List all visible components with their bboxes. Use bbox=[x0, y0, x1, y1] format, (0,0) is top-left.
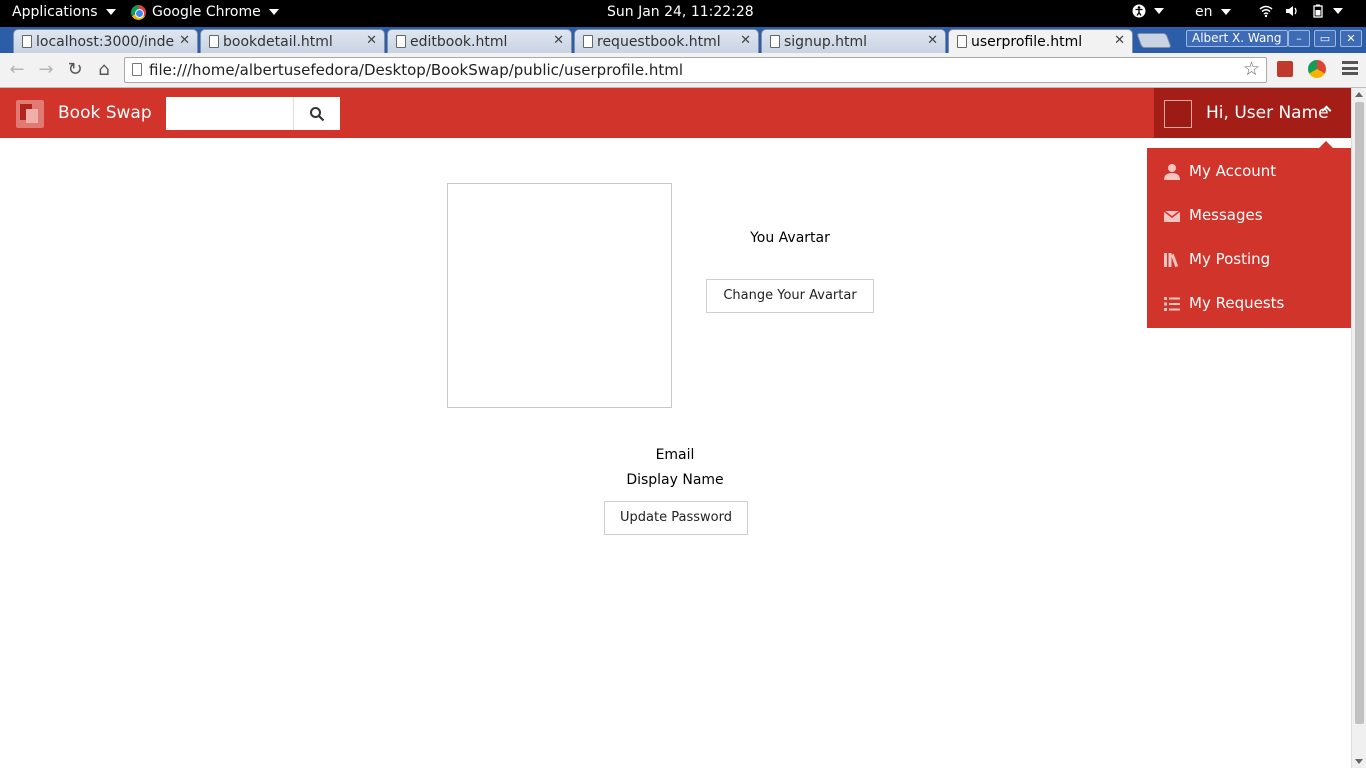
url-text: file:///home/albertusefedora/Desktop/Boo… bbox=[149, 61, 683, 79]
search-button[interactable] bbox=[293, 97, 340, 130]
menu-item-my-posting[interactable]: My Posting bbox=[1147, 238, 1351, 282]
browser-tab[interactable]: localhost:3000/inde ✕ bbox=[13, 29, 198, 53]
close-icon[interactable]: ✕ bbox=[740, 33, 751, 48]
menu-item-label: My Account bbox=[1189, 162, 1277, 180]
reload-icon[interactable]: ↻ bbox=[64, 59, 86, 81]
document-icon bbox=[396, 35, 406, 48]
wifi-icon bbox=[1259, 5, 1273, 18]
os-top-bar: Applications Google Chrome Sun Jan 24, 1… bbox=[0, 0, 1366, 27]
chevron-down-icon bbox=[1333, 8, 1343, 14]
bookmark-star-icon[interactable]: ☆ bbox=[1243, 58, 1260, 80]
app-navbar: Book Swap Hi, User Name bbox=[0, 88, 1351, 138]
tab-label: localhost:3000/inde bbox=[36, 33, 175, 50]
volume-icon bbox=[1286, 6, 1297, 16]
applications-menu[interactable]: Applications bbox=[12, 4, 116, 20]
display-name-label: Display Name bbox=[626, 472, 724, 488]
accessibility-menu[interactable] bbox=[1132, 4, 1164, 18]
chevron-down-icon bbox=[1220, 9, 1231, 15]
chevron-down-icon bbox=[268, 9, 279, 15]
menu-item-label: My Requests bbox=[1189, 294, 1285, 312]
user-menu-toggle[interactable]: Hi, User Name bbox=[1154, 88, 1351, 138]
avatar-label: You Avartar bbox=[750, 230, 830, 246]
back-arrow-icon[interactable]: ← bbox=[6, 59, 28, 81]
home-icon[interactable]: ⌂ bbox=[93, 59, 115, 81]
app-menu[interactable]: Google Chrome bbox=[131, 4, 279, 20]
accessibility-icon bbox=[1132, 4, 1146, 18]
user-dropdown-menu: My Account Messages My Posting My Reques… bbox=[1147, 141, 1351, 328]
minimize-button[interactable]: – bbox=[1288, 30, 1310, 47]
search-input[interactable] bbox=[166, 97, 293, 130]
language-menu[interactable]: en bbox=[1195, 4, 1231, 20]
user-greeting: Hi, User Name bbox=[1206, 103, 1329, 123]
page-viewport: Book Swap Hi, User Name My Account Messa… bbox=[0, 88, 1351, 768]
new-tab-button[interactable] bbox=[1136, 33, 1172, 48]
extension-chrome-icon[interactable] bbox=[1308, 60, 1326, 78]
change-avatar-button[interactable]: Change Your Avartar bbox=[706, 279, 874, 313]
scrollbar-thumb[interactable] bbox=[1355, 102, 1364, 724]
chevron-down-icon bbox=[105, 9, 116, 15]
tab-label: userprofile.html bbox=[971, 33, 1083, 50]
clock[interactable]: Sun Jan 24, 11:22:28 bbox=[607, 4, 754, 20]
applications-label: Applications bbox=[12, 4, 98, 20]
address-bar[interactable]: file:///home/albertusefedora/Desktop/Boo… bbox=[124, 57, 1267, 83]
person-icon bbox=[1164, 164, 1180, 180]
system-menu[interactable] bbox=[1259, 4, 1343, 18]
menu-item-label: Messages bbox=[1189, 206, 1263, 224]
tab-label: requestbook.html bbox=[597, 33, 721, 50]
chevron-down-icon bbox=[1154, 8, 1164, 14]
browser-toolbar: ← → ↻ ⌂ file:///home/albertusefedora/Des… bbox=[0, 53, 1366, 88]
browser-profile-button[interactable]: Albert X. Wang bbox=[1186, 30, 1288, 47]
close-icon[interactable]: ✕ bbox=[366, 33, 377, 48]
document-icon bbox=[22, 35, 32, 48]
close-icon[interactable]: ✕ bbox=[553, 33, 564, 48]
hamburger-menu-icon[interactable] bbox=[1342, 61, 1358, 75]
close-icon[interactable]: ✕ bbox=[1114, 33, 1125, 48]
menu-item-my-account[interactable]: My Account bbox=[1147, 150, 1351, 194]
avatar bbox=[1164, 100, 1192, 128]
books-icon bbox=[1164, 253, 1179, 268]
list-icon bbox=[1164, 297, 1180, 311]
scroll-up-icon[interactable] bbox=[1355, 92, 1363, 97]
page-icon bbox=[132, 63, 142, 76]
menu-item-messages[interactable]: Messages bbox=[1147, 194, 1351, 238]
maximize-button[interactable]: ▭ bbox=[1314, 30, 1336, 47]
search-icon bbox=[310, 107, 325, 122]
book-logo-icon[interactable] bbox=[16, 100, 44, 128]
envelope-icon bbox=[1163, 210, 1181, 222]
brand-name[interactable]: Book Swap bbox=[58, 103, 152, 123]
battery-icon bbox=[1313, 4, 1323, 18]
browser-tab[interactable]: requestbook.html ✕ bbox=[574, 29, 759, 53]
tab-label: bookdetail.html bbox=[223, 33, 333, 50]
extension-book-icon[interactable] bbox=[1277, 61, 1293, 77]
document-icon bbox=[957, 35, 967, 48]
clock-label: Sun Jan 24, 11:22:28 bbox=[607, 4, 754, 20]
page-scrollbar[interactable] bbox=[1351, 88, 1366, 768]
document-icon bbox=[583, 35, 593, 48]
document-icon bbox=[209, 35, 219, 48]
chrome-icon bbox=[131, 4, 146, 20]
browser-tab[interactable]: signup.html ✕ bbox=[761, 29, 946, 53]
close-icon[interactable]: ✕ bbox=[927, 33, 938, 48]
document-icon bbox=[770, 35, 780, 48]
menu-item-label: My Posting bbox=[1189, 250, 1271, 268]
window-close-button[interactable]: ✕ bbox=[1340, 30, 1362, 47]
email-label: Email bbox=[655, 447, 695, 463]
tab-label: editbook.html bbox=[410, 33, 508, 50]
browser-tab-active[interactable]: userprofile.html ✕ bbox=[948, 29, 1133, 53]
browser-tab[interactable]: bookdetail.html ✕ bbox=[200, 29, 385, 53]
browser-tab[interactable]: editbook.html ✕ bbox=[387, 29, 572, 53]
app-name-label: Google Chrome bbox=[152, 4, 261, 20]
language-label: en bbox=[1195, 4, 1213, 20]
tab-label: signup.html bbox=[784, 33, 868, 50]
forward-arrow-icon[interactable]: → bbox=[35, 59, 57, 81]
menu-item-my-requests[interactable]: My Requests bbox=[1147, 282, 1351, 326]
scroll-down-icon[interactable] bbox=[1355, 759, 1363, 764]
profile-avatar-image bbox=[447, 183, 672, 408]
close-icon[interactable]: ✕ bbox=[179, 33, 190, 48]
update-password-button[interactable]: Update Password bbox=[604, 501, 748, 535]
